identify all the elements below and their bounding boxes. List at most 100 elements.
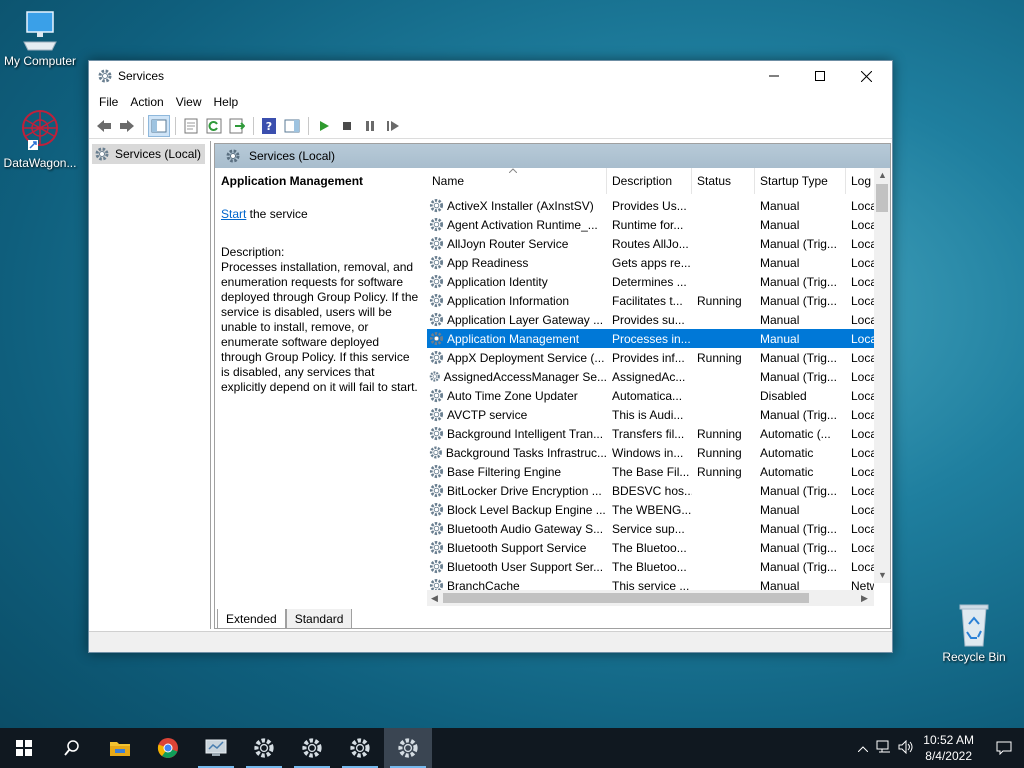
table-row[interactable]: Bluetooth User Support Ser... The Bluetoo…	[427, 557, 874, 576]
table-row[interactable]: Bluetooth Audio Gateway S... Service sup.…	[427, 519, 874, 538]
volume-tray-button[interactable]	[895, 739, 917, 757]
forward-button[interactable]	[116, 115, 138, 137]
cell-log-on-as: Loca	[851, 483, 874, 498]
menu-action[interactable]: Action	[124, 95, 169, 109]
cell-name: Bluetooth User Support Ser...	[427, 557, 607, 576]
table-row[interactable]: Application Identity Determines ... Manual…	[427, 272, 874, 291]
table-row[interactable]: AssignedAccessManager Se... AssignedAc...…	[427, 367, 874, 386]
start-button[interactable]	[0, 728, 48, 768]
column-header-startup-type[interactable]: Startup Type	[755, 168, 846, 194]
table-row[interactable]: BitLocker Drive Encryption ... BDESVC hos…	[427, 481, 874, 500]
table-row[interactable]: Block Level Backup Engine ... The WBENG..…	[427, 500, 874, 519]
cell-startup-type: Manual (Trig...	[760, 369, 837, 384]
services-window: Services File Action View Help ? Service…	[88, 60, 893, 653]
menu-help[interactable]: Help	[208, 95, 245, 109]
tab-extended[interactable]: Extended	[217, 609, 286, 629]
stop-service-button[interactable]	[336, 115, 358, 137]
title-bar[interactable]: Services	[89, 61, 892, 91]
search-button[interactable]	[48, 728, 96, 768]
taskbar-services-1[interactable]	[240, 728, 288, 768]
table-row[interactable]: Application Layer Gateway ... Provides su…	[427, 310, 874, 329]
service-gear-icon	[429, 331, 444, 346]
cell-startup-type: Automatic	[760, 464, 814, 479]
taskbar-clock[interactable]: 10:52 AM 8/4/2022	[923, 732, 974, 764]
network-tray-button[interactable]	[873, 740, 895, 757]
restart-service-button[interactable]	[382, 115, 404, 137]
export-list-button[interactable]	[226, 115, 248, 137]
show-hide-action-pane-button[interactable]	[281, 115, 303, 137]
cell-startup-type: Manual	[760, 217, 800, 232]
service-gear-icon	[429, 198, 444, 213]
desktop-icon-recycle-bin[interactable]: Recycle Bin	[934, 602, 1014, 664]
table-row[interactable]: Auto Time Zone Updater Automatica... Disab…	[427, 386, 874, 405]
service-name: AppX Deployment Service (...	[447, 350, 605, 365]
show-hide-console-tree-button[interactable]	[148, 114, 170, 137]
start-service-button[interactable]	[313, 115, 335, 137]
help-button[interactable]: ?	[258, 115, 280, 137]
list-header: Name Description Status Startup Type Log	[427, 168, 874, 194]
table-row[interactable]: Application Information Facilitates t... R…	[427, 291, 874, 310]
service-gear-icon	[429, 217, 444, 232]
horizontal-scroll-thumb[interactable]	[443, 593, 809, 603]
table-row[interactable]: Background Intelligent Tran... Transfers …	[427, 424, 874, 443]
cell-log-on-as: Loca	[851, 540, 874, 555]
vertical-scroll-thumb[interactable]	[876, 184, 888, 212]
table-row[interactable]: ActiveX Installer (AxInstSV) Provides Us.…	[427, 196, 874, 215]
column-header-description[interactable]: Description	[607, 168, 692, 194]
table-row[interactable]: Agent Activation Runtime_... Runtime for.…	[427, 215, 874, 234]
scroll-left-icon[interactable]: ◀	[431, 593, 438, 604]
minimize-button[interactable]	[751, 61, 797, 91]
table-row[interactable]: AVCTP service This is Audi... Manual (Trig…	[427, 405, 874, 424]
tree-item-services-local[interactable]: Services (Local)	[92, 144, 206, 164]
services-gear-icon	[98, 69, 112, 83]
taskbar-services-2[interactable]	[288, 728, 336, 768]
table-row[interactable]: Application Management Processes in... Man…	[427, 329, 874, 348]
pause-service-button[interactable]	[359, 115, 381, 137]
table-row[interactable]: Base Filtering Engine The Base Fil... Runn…	[427, 462, 874, 481]
cell-status	[692, 329, 755, 348]
table-row[interactable]: Bluetooth Support Service The Bluetoo... M…	[427, 538, 874, 557]
taskbar-services-active[interactable]	[384, 728, 432, 768]
show-hidden-icons-button[interactable]	[853, 741, 873, 755]
desktop-icon-my-computer[interactable]: My Computer	[0, 10, 80, 68]
close-button[interactable]	[843, 61, 889, 91]
table-row[interactable]: AllJoyn Router Service Routes AllJo... Man…	[427, 234, 874, 253]
table-row[interactable]: AppX Deployment Service (... Provides inf…	[427, 348, 874, 367]
column-header-name[interactable]: Name	[427, 168, 607, 194]
service-name: Background Tasks Infrastruc...	[445, 445, 607, 460]
services-gear-icon	[302, 738, 322, 758]
menu-view[interactable]: View	[170, 95, 208, 109]
menu-bar: File Action View Help	[89, 91, 892, 113]
service-gear-icon	[429, 559, 444, 574]
cell-name: Application Management	[427, 329, 607, 348]
maximize-button[interactable]	[797, 61, 843, 91]
taskbar-services-3[interactable]	[336, 728, 384, 768]
horizontal-scrollbar[interactable]: ◀ ▶	[427, 590, 874, 606]
notification-center-button[interactable]	[984, 741, 1024, 755]
taskbar-file-explorer[interactable]	[96, 728, 144, 768]
service-gear-icon	[429, 350, 444, 365]
refresh-button[interactable]	[203, 115, 225, 137]
cell-name: BitLocker Drive Encryption ...	[427, 481, 607, 500]
vertical-scrollbar[interactable]: ▲ ▼	[874, 168, 890, 583]
column-header-status[interactable]: Status	[692, 168, 755, 194]
scroll-right-icon[interactable]: ▶	[861, 593, 868, 604]
toolbar-separator	[308, 116, 309, 135]
table-row[interactable]: Background Tasks Infrastruc... Windows in…	[427, 443, 874, 462]
desktop-icon-datawagon[interactable]: DataWagon...	[0, 108, 80, 170]
taskbar-chrome[interactable]	[144, 728, 192, 768]
scroll-up-icon[interactable]: ▲	[878, 170, 887, 180]
properties-button[interactable]	[180, 115, 202, 137]
table-row[interactable]: App Readiness Gets apps re... Manual Loca	[427, 253, 874, 272]
scroll-down-icon[interactable]: ▼	[878, 570, 887, 580]
cell-status	[692, 196, 755, 215]
column-header-log-on-as[interactable]: Log	[846, 168, 874, 194]
back-button[interactable]	[93, 115, 115, 137]
menu-file[interactable]: File	[93, 95, 124, 109]
export-icon	[229, 118, 245, 133]
start-service-link[interactable]: Start	[221, 207, 246, 221]
properties-icon	[184, 118, 198, 133]
taskbar-server-manager[interactable]	[192, 728, 240, 768]
cell-log-on-as: Loca	[851, 388, 874, 403]
tab-standard[interactable]: Standard	[285, 609, 353, 629]
